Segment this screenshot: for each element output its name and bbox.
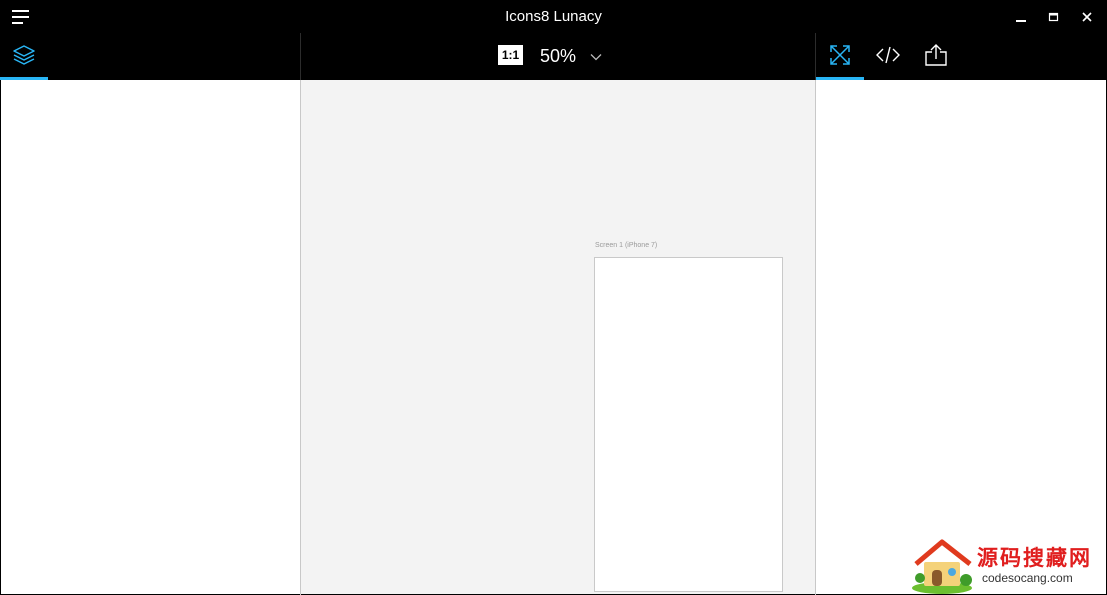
share-export-icon (925, 44, 947, 66)
layers-panel (1, 80, 300, 594)
actual-size-button[interactable]: 1:1 (498, 45, 523, 65)
maximize-button[interactable] (1037, 0, 1071, 33)
code-icon (876, 46, 900, 64)
title-bar: Icons8 Lunacy (0, 0, 1107, 33)
design-canvas[interactable]: Screen 1 (iPhone 7) (301, 80, 815, 594)
maximize-icon (1048, 12, 1059, 22)
inspector-panel (816, 80, 1106, 594)
minimize-button[interactable] (1004, 0, 1038, 33)
artboard[interactable] (594, 257, 783, 592)
app-window: Icons8 Lunacy 1:1 50% Screen 1 (iPhone 7… (0, 0, 1107, 595)
layers-icon (13, 45, 35, 65)
close-icon (1082, 12, 1092, 22)
chevron-down-icon[interactable] (590, 53, 602, 61)
toolbar: 1:1 50% (0, 33, 1107, 80)
zoom-level[interactable]: 50% (540, 33, 576, 80)
tab-code[interactable] (864, 33, 912, 80)
resize-arrows-icon (830, 45, 850, 65)
menu-icon[interactable] (12, 10, 30, 24)
tab-inspect[interactable] (816, 33, 864, 80)
tab-layers[interactable] (0, 33, 48, 80)
minimize-icon (1016, 20, 1026, 22)
toolbar-divider-left (300, 33, 301, 80)
tab-export[interactable] (912, 33, 960, 80)
close-button[interactable] (1070, 0, 1104, 33)
artboard-label[interactable]: Screen 1 (iPhone 7) (595, 242, 657, 249)
window-title: Icons8 Lunacy (505, 8, 602, 25)
